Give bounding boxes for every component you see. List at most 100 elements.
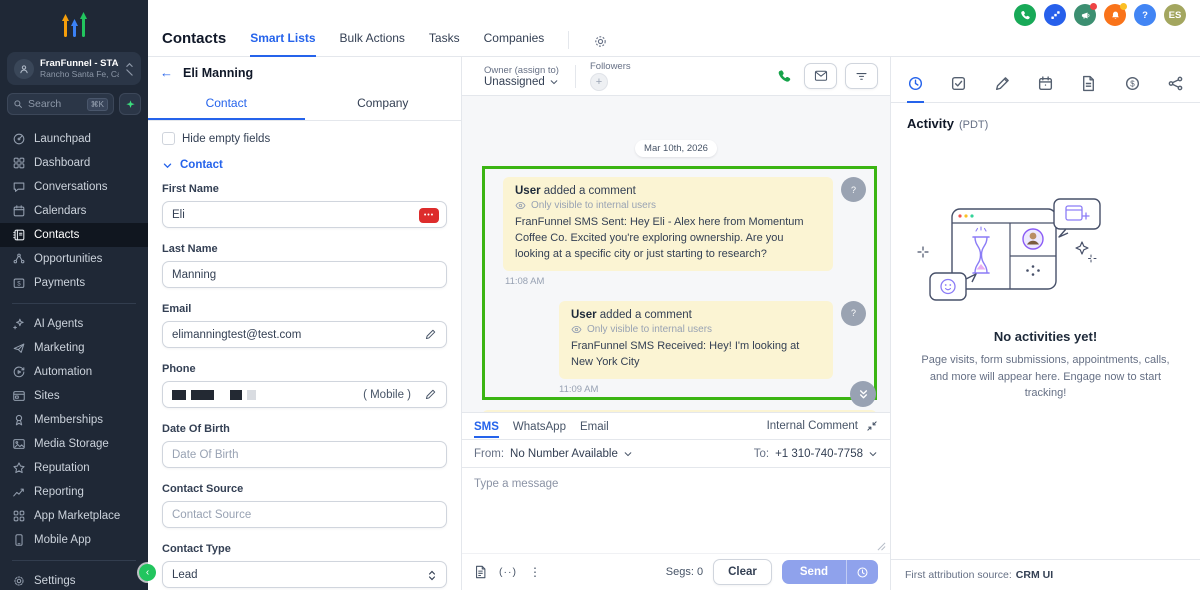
sidebar-item-ai-agents[interactable]: AI Agents xyxy=(0,312,148,336)
message-timeline[interactable]: Mar 10th, 2026 User added a comment Only… xyxy=(462,96,890,412)
first-name-field[interactable]: ••• xyxy=(162,201,447,228)
activity-title: Activity xyxy=(907,116,954,131)
sidebar-item-mobile-app[interactable]: Mobile App xyxy=(0,528,148,552)
sidebar: FranFunnel - STAGING Rancho Santa Fe, Ca… xyxy=(0,0,148,590)
sidebar-item-media-storage[interactable]: Media Storage xyxy=(0,432,148,456)
first-name-input[interactable] xyxy=(172,208,437,221)
tab-smart-lists[interactable]: Smart Lists xyxy=(250,31,316,57)
resize-handle[interactable] xyxy=(877,542,886,551)
back-button[interactable]: ← xyxy=(160,65,173,80)
dashboard-icon xyxy=(13,157,25,169)
search-input[interactable]: Search ⌘K xyxy=(7,93,114,115)
envelope-icon xyxy=(814,70,827,81)
chevron-down-icon xyxy=(869,451,877,456)
highlevel-arrows-logo-icon xyxy=(62,12,87,37)
sidebar-item-reporting[interactable]: Reporting xyxy=(0,480,148,504)
tab-notes[interactable] xyxy=(994,75,1011,102)
sidebar-item-conversations[interactable]: Conversations xyxy=(0,175,148,199)
tab-appointments[interactable] xyxy=(1037,75,1054,102)
send-button[interactable]: Send xyxy=(781,560,846,584)
followers-label: Followers xyxy=(589,61,631,72)
sidebar-collapse-button[interactable]: ‹ xyxy=(139,564,156,581)
notifications-button[interactable] xyxy=(1104,3,1127,26)
dialer-button[interactable] xyxy=(1014,4,1036,26)
field-alert-badge[interactable]: ••• xyxy=(419,208,439,223)
sidebar-item-calendars[interactable]: Calendars xyxy=(0,199,148,223)
sidebar-item-payments[interactable]: $ Payments xyxy=(0,271,148,295)
tab-bulk-actions[interactable]: Bulk Actions xyxy=(340,31,405,57)
internal-comment-toggle[interactable]: Internal Comment xyxy=(767,420,858,432)
sidebar-item-app-marketplace[interactable]: App Marketplace xyxy=(0,504,148,528)
tab-tasks[interactable] xyxy=(950,75,967,102)
contact-type-select[interactable]: Lead xyxy=(162,561,447,588)
tab-documents[interactable] xyxy=(1080,75,1097,102)
tab-activity[interactable] xyxy=(907,75,924,103)
contact-source-field[interactable] xyxy=(162,501,447,528)
edit-email-button[interactable] xyxy=(424,328,437,341)
comment-avatar[interactable]: ? xyxy=(841,177,866,202)
help-button[interactable]: ? xyxy=(1134,4,1156,26)
tab-tasks[interactable]: Tasks xyxy=(429,31,460,57)
phone-field[interactable]: ( Mobile ) xyxy=(162,381,447,408)
workspace-switcher[interactable]: FranFunnel - STAGING Rancho Santa Fe, Ca… xyxy=(7,52,141,85)
checkbox[interactable] xyxy=(162,132,175,145)
message-composer: SMS WhatsApp Email Internal Comment From… xyxy=(462,412,890,590)
sidebar-item-label: Memberships xyxy=(34,414,104,426)
tab-company[interactable]: Company xyxy=(305,88,462,120)
channel-tab-sms[interactable]: SMS xyxy=(474,415,499,438)
from-number-select[interactable]: No Number Available xyxy=(510,448,633,460)
custom-values-button[interactable]: (··) xyxy=(499,566,517,578)
message-input[interactable] xyxy=(462,468,890,553)
tab-associations[interactable] xyxy=(1167,75,1184,102)
sidebar-item-label: AI Agents xyxy=(34,318,84,330)
connect-button[interactable] xyxy=(1044,4,1066,26)
schedule-send-button[interactable] xyxy=(846,560,878,584)
to-number-select[interactable]: +1 310-740-7758 xyxy=(775,448,878,460)
gear-icon xyxy=(14,576,24,586)
collapse-composer-icon[interactable] xyxy=(866,420,878,432)
sidebar-item-marketing[interactable]: Marketing xyxy=(0,336,148,360)
contact-section-toggle[interactable]: Contact xyxy=(162,159,447,171)
edit-phone-button[interactable] xyxy=(424,388,437,401)
templates-button[interactable] xyxy=(474,565,487,579)
sidebar-item-launchpad[interactable]: Launchpad xyxy=(0,127,148,151)
call-contact-button[interactable] xyxy=(777,69,792,84)
ai-assistant-button[interactable] xyxy=(119,93,141,115)
hide-empty-fields-toggle[interactable]: Hide empty fields xyxy=(162,132,447,145)
announcements-button[interactable] xyxy=(1074,3,1097,26)
filter-activities-button[interactable] xyxy=(845,63,878,89)
comment-body: FranFunnel SMS Sent: Hey Eli - Alex here… xyxy=(515,216,804,260)
email-contact-button[interactable] xyxy=(804,63,837,89)
user-avatar[interactable]: ES xyxy=(1164,4,1186,26)
last-name-input[interactable] xyxy=(172,268,437,281)
contact-source-input[interactable] xyxy=(172,508,437,521)
dob-field[interactable] xyxy=(162,441,447,468)
email-field[interactable] xyxy=(162,321,447,348)
sidebar-item-memberships[interactable]: Memberships xyxy=(0,408,148,432)
tab-contact[interactable]: Contact xyxy=(148,88,305,120)
owner-select[interactable]: Owner (assign to) Unassigned xyxy=(484,64,576,88)
dob-input[interactable] xyxy=(172,448,437,461)
sidebar-item-settings[interactable]: Settings xyxy=(0,569,148,590)
contacts-settings-button[interactable] xyxy=(593,34,608,57)
grid-apps-icon xyxy=(13,510,25,522)
channel-tab-email[interactable]: Email xyxy=(580,415,609,438)
sidebar-item-opportunities[interactable]: Opportunities xyxy=(0,247,148,271)
medal-icon xyxy=(15,414,23,426)
tab-companies[interactable]: Companies xyxy=(484,31,545,57)
last-name-field[interactable] xyxy=(162,261,447,288)
email-input[interactable] xyxy=(172,328,437,341)
clear-button[interactable]: Clear xyxy=(713,559,772,585)
comment-avatar[interactable]: ? xyxy=(841,300,866,326)
scroll-to-latest-button[interactable] xyxy=(850,381,876,407)
more-options-button[interactable]: ⋮ xyxy=(529,565,541,579)
sidebar-item-dashboard[interactable]: Dashboard xyxy=(0,151,148,175)
sidebar-item-reputation[interactable]: Reputation xyxy=(0,456,148,480)
sidebar-divider xyxy=(12,303,136,304)
add-follower-button[interactable]: + xyxy=(589,73,608,91)
channel-tab-whatsapp[interactable]: WhatsApp xyxy=(513,415,566,438)
sidebar-item-sites[interactable]: Sites xyxy=(0,384,148,408)
sidebar-item-automation[interactable]: Automation xyxy=(0,360,148,384)
sidebar-item-contacts[interactable]: Contacts xyxy=(0,223,148,247)
tab-payments[interactable]: $ xyxy=(1124,75,1141,102)
